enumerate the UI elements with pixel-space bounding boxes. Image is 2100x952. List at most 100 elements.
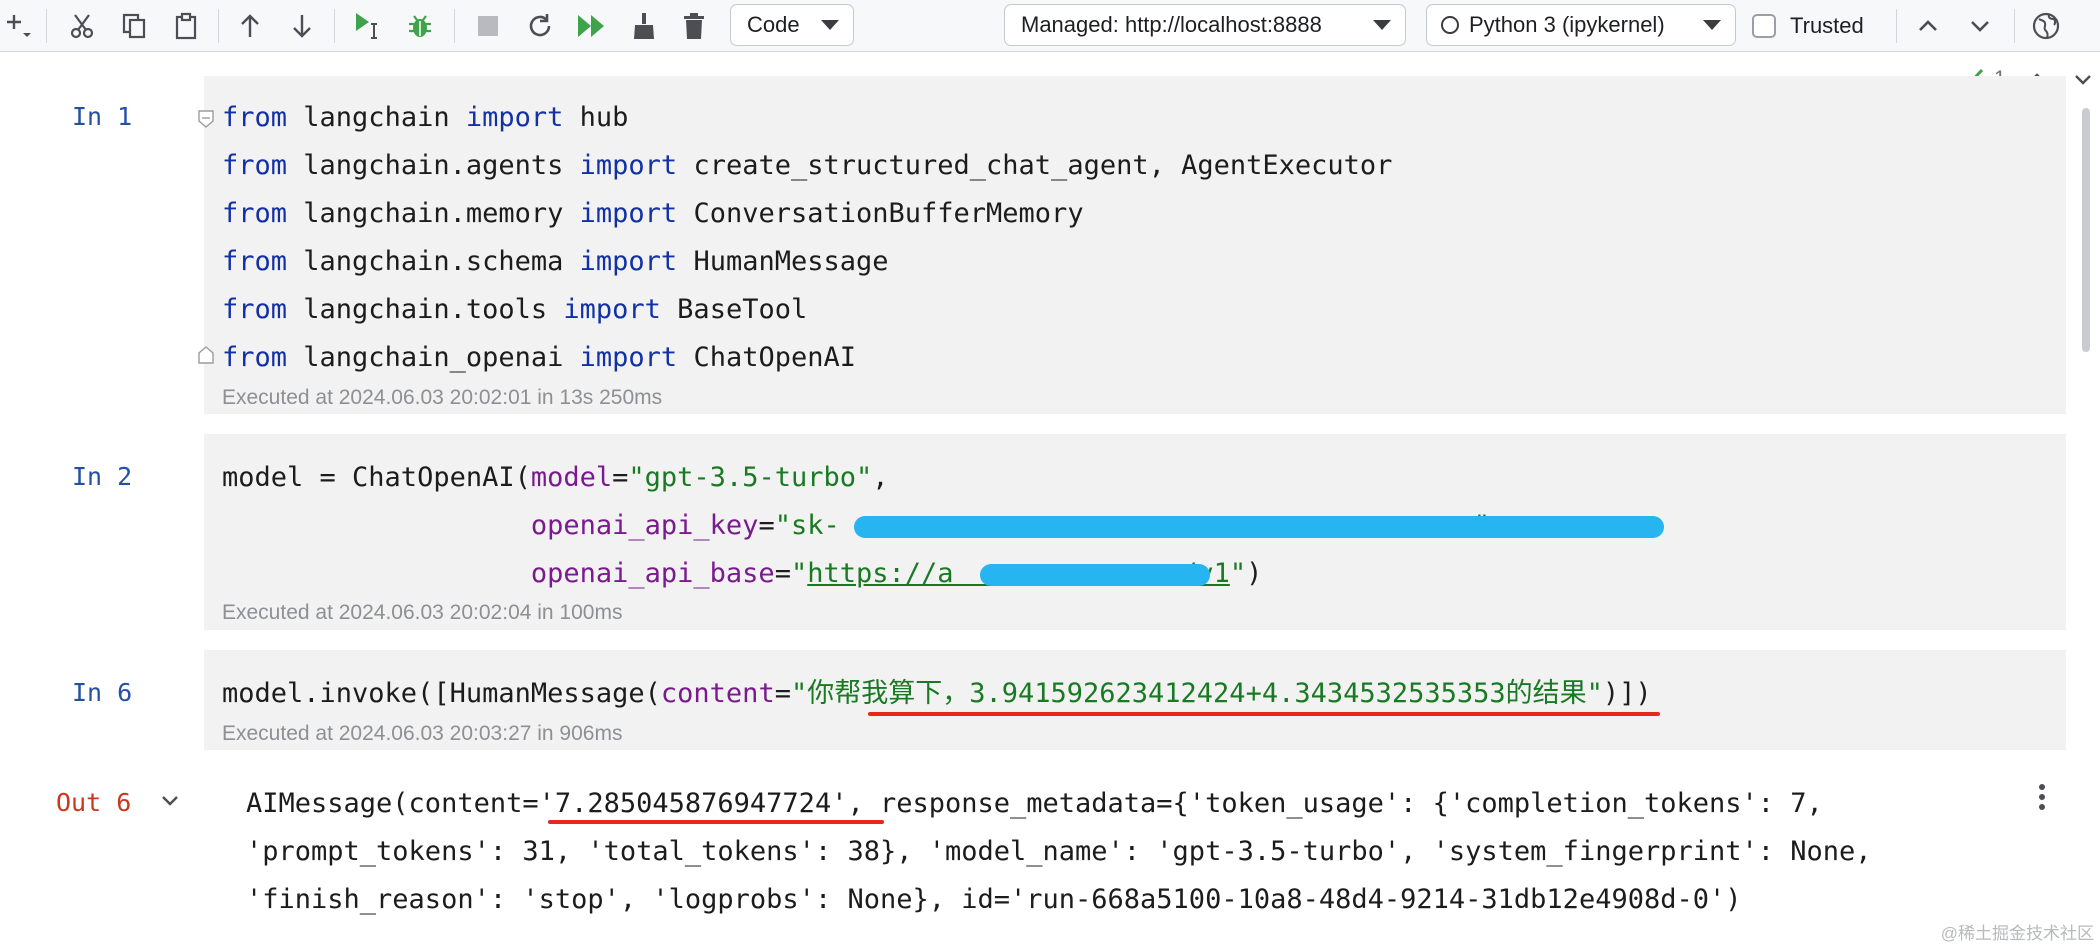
chevron-up-icon[interactable]: [1910, 8, 1946, 44]
toolbar-separator: [46, 9, 47, 43]
code-token: ChatOpenAI: [677, 342, 856, 373]
delete-icon[interactable]: [676, 8, 712, 44]
kernel-dropdown[interactable]: Python 3 (ipykernel): [1426, 4, 1736, 46]
red-underline-annotation: [548, 820, 884, 824]
output-line: AIMessage(content='7.285045876947724', r…: [246, 788, 1823, 819]
redacted-api-base: [980, 564, 1210, 586]
copy-icon[interactable]: [116, 8, 152, 44]
collapse-output-icon[interactable]: [158, 788, 182, 812]
code-token-kw: import: [579, 150, 678, 181]
code-token-kw: from: [222, 150, 288, 181]
clear-icon[interactable]: [626, 8, 662, 44]
add-cell-icon[interactable]: [0, 8, 36, 44]
code-line[interactable]: model.invoke([HumanMessage(content="你帮我算…: [222, 670, 1652, 718]
code-token-str: "sk-: [774, 510, 840, 541]
code-token: =: [612, 462, 629, 493]
restart-icon[interactable]: [522, 8, 558, 44]
code-token-kw: import: [579, 342, 678, 373]
scrollbar[interactable]: [2082, 108, 2090, 352]
chevron-down-icon: [1703, 20, 1721, 30]
toolbar-separator: [218, 9, 219, 43]
code-token: model = ChatOpenAI(: [222, 462, 531, 493]
code-token: =: [774, 558, 791, 589]
stop-icon[interactable]: [470, 8, 506, 44]
run-cell-icon[interactable]: [350, 8, 386, 44]
code-token-kw: from: [222, 246, 288, 277]
toolbar-separator: [334, 9, 335, 43]
code-line[interactable]: from langchain import hub: [222, 94, 628, 142]
notebook-toolbar: Code Managed: http://localhost:8888 Pyth…: [0, 0, 2100, 52]
code-line[interactable]: model = ChatOpenAI(model="gpt-3.5-turbo"…: [222, 454, 889, 502]
cell-type-label: Code: [747, 12, 800, 37]
code-token-param: model: [530, 462, 613, 493]
code-token: langchain: [287, 102, 466, 133]
code-token: hub: [563, 102, 629, 133]
red-underline-annotation: [868, 712, 1660, 716]
execution-info: Executed at 2024.06.03 20:02:01 in 13s 2…: [222, 386, 663, 409]
trusted-toggle[interactable]: Trusted: [1752, 6, 1864, 46]
cell-prompt: In 6: [72, 678, 133, 707]
toolbar-separator: [2014, 9, 2015, 43]
code-token: langchain.agents: [287, 150, 580, 181]
code-token-param: openai_api_base: [530, 558, 775, 589]
kernel-status-icon: [1441, 16, 1459, 34]
server-label: Managed: http://localhost:8888: [1021, 12, 1322, 37]
chevron-down-icon[interactable]: [1962, 8, 1998, 44]
toolbar-separator: [1896, 9, 1897, 43]
code-token: )]): [1602, 678, 1652, 709]
code-line[interactable]: from langchain.memory import Conversatio…: [222, 190, 1084, 238]
cut-icon[interactable]: [64, 8, 100, 44]
debug-icon[interactable]: [402, 8, 438, 44]
chevron-down-icon[interactable]: [2072, 68, 2094, 90]
code-line[interactable]: from langchain_openai import ChatOpenAI: [222, 334, 856, 382]
move-up-icon[interactable]: [232, 8, 268, 44]
code-token: ): [1246, 558, 1263, 589]
code-line[interactable]: from langchain.tools import BaseTool: [222, 286, 807, 334]
server-dropdown[interactable]: Managed: http://localhost:8888: [1004, 4, 1406, 46]
toolbar-separator: [454, 9, 455, 43]
code-token: BaseTool: [660, 294, 808, 325]
chevron-down-icon: [1373, 20, 1391, 30]
fold-icon[interactable]: [198, 110, 214, 128]
watermark: @稀土掘金技术社区: [1940, 924, 2094, 943]
globe-icon[interactable]: [2028, 8, 2064, 44]
code-token: ,: [872, 462, 889, 493]
code-token: HumanMessage: [677, 246, 889, 277]
code-token: model.invoke([HumanMessage(: [222, 678, 661, 709]
code-token-kw: from: [222, 342, 288, 373]
code-token: langchain.memory: [287, 198, 580, 229]
redacted-api-key: [854, 516, 1664, 538]
output-prompt: Out 6: [56, 788, 132, 817]
cell-type-dropdown[interactable]: Code: [730, 4, 854, 46]
code-token-str: ": [1229, 558, 1247, 589]
paste-icon[interactable]: [168, 8, 204, 44]
output-line: 'prompt_tokens': 31, 'total_tokens': 38}…: [246, 836, 1872, 867]
code-token: langchain_openai: [287, 342, 580, 373]
run-all-icon[interactable]: [574, 8, 610, 44]
execution-info: Executed at 2024.06.03 20:02:04 in 100ms: [222, 601, 623, 624]
code-token: ConversationBufferMemory: [677, 198, 1084, 229]
more-options-icon[interactable]: [2030, 782, 2054, 812]
trusted-checkbox[interactable]: [1752, 14, 1776, 38]
code-token-kw: from: [222, 294, 288, 325]
code-token: create_structured_chat_agent, AgentExecu…: [677, 150, 1393, 181]
fold-icon[interactable]: [198, 346, 214, 364]
code-token-kw: from: [222, 198, 288, 229]
output-line: 'finish_reason': 'stop', 'logprobs': Non…: [246, 884, 1742, 915]
chevron-down-icon: [821, 20, 839, 30]
kernel-label: Python 3 (ipykernel): [1469, 12, 1665, 37]
code-token-kw: import: [465, 102, 564, 133]
code-token: =: [758, 510, 775, 541]
code-token-str: ": [790, 558, 808, 589]
trusted-label: Trusted: [1790, 13, 1864, 38]
code-line[interactable]: from langchain.agents import create_stru…: [222, 142, 1392, 190]
code-token-str: "你帮我算下，3.941592623412424+4.3434532535353…: [790, 678, 1603, 709]
code-token: langchain.tools: [287, 294, 564, 325]
code-line[interactable]: from langchain.schema import HumanMessag…: [222, 238, 889, 286]
code-token: langchain.schema: [287, 246, 580, 277]
code-token: =: [774, 678, 791, 709]
code-token-param: content: [660, 678, 775, 709]
code-token-kw: import: [579, 246, 678, 277]
move-down-icon[interactable]: [284, 8, 320, 44]
